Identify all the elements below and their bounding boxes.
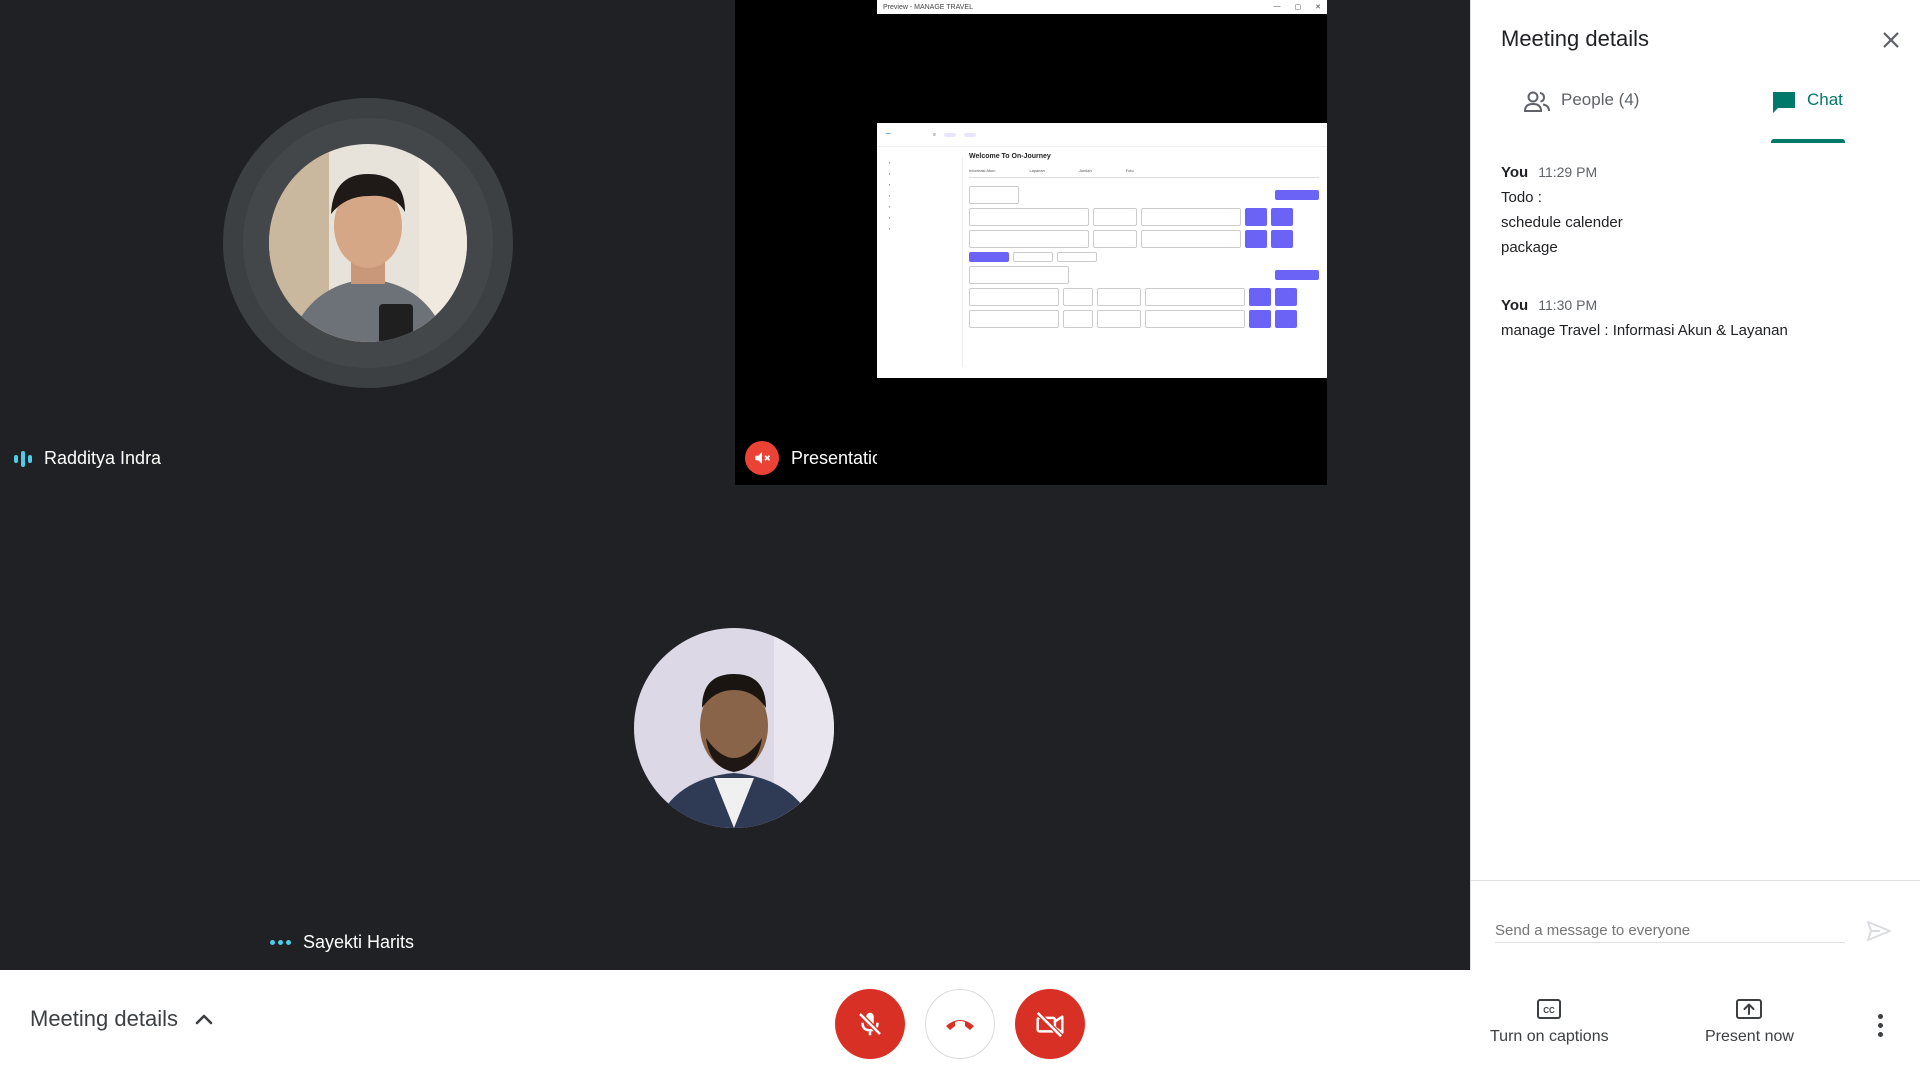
menu-icon: ≡ (933, 131, 936, 138)
shared-app-tab: Foto (1125, 168, 1134, 173)
shared-app-pill (963, 132, 976, 137)
meeting-details-label: Meeting details (30, 1006, 178, 1031)
meeting-details-button[interactable]: Meeting details (30, 1006, 214, 1032)
meeting-details-panel: Meeting details People (4) Chat You 11:2… (1470, 0, 1920, 970)
shared-app-main: Welcome To On-Journey Informasi Akun Lay… (969, 153, 1319, 373)
participant-name: Sayekti Harits (303, 932, 415, 952)
present-now-button[interactable]: Present now (1705, 998, 1794, 1046)
chat-icon (1773, 92, 1795, 113)
shared-app-tab: Layanan (1029, 168, 1045, 173)
present-screen-icon (1736, 999, 1763, 1019)
captions-label: Turn on captions (1490, 1028, 1609, 1045)
shared-app-header: ~ ≡ (877, 123, 1327, 147)
more-dots-icon (270, 940, 291, 945)
more-options-button[interactable] (1866, 1008, 1894, 1042)
shared-window-titlebar: Preview - MANAGE TRAVEL — ▢ ✕ (877, 0, 1327, 14)
chat-line: package (1501, 239, 1558, 256)
shared-app-sidebar: ▪ ▪ ▪ ▪ ▪ ▪ ▪ (885, 157, 963, 367)
chat-line: Todo : (1501, 189, 1542, 206)
panel-title: Meeting details (1501, 26, 1649, 51)
mic-off-icon (858, 1012, 882, 1036)
call-controls-bar: Meeting details CC Turn on captions Pres… (0, 970, 1920, 1080)
close-panel-button[interactable] (1875, 24, 1907, 56)
meet-window: Radditya Indra Presentation (Radditya In… (0, 0, 1920, 1080)
chat-message-input[interactable] (1495, 919, 1845, 943)
tab-people[interactable]: People (4) (1523, 90, 1639, 144)
participant-tile-sayekti[interactable]: Sayekti Harits (256, 485, 1214, 970)
tab-chat[interactable]: Chat (1771, 90, 1843, 144)
avatar (634, 628, 834, 828)
more-vert-icon (1877, 1013, 1883, 1037)
participant-name-tag: Sayekti Harits (270, 932, 414, 953)
chat-sender: You (1501, 297, 1529, 314)
window-controls: — ▢ ✕ (1273, 3, 1322, 11)
participant-name-tag: Radditya Indra (14, 448, 161, 469)
chat-line: schedule calender (1501, 214, 1623, 231)
video-grid: Radditya Indra Presentation (Radditya In… (0, 0, 1470, 970)
camera-toggle-button[interactable] (1015, 989, 1085, 1059)
chat-message: You 11:29 PM Todo : schedule calender pa… (1501, 160, 1623, 260)
shared-app-tabs: Informasi Akun Layanan Jumlah Foto (969, 168, 1319, 178)
participant-name: Radditya Indra (44, 448, 162, 468)
present-now-label: Present now (1705, 1028, 1794, 1045)
chat-time: 11:29 PM (1538, 164, 1598, 180)
chat-line: manage Travel : Informasi Akun & Layanan (1501, 322, 1788, 339)
shared-app-tab: Informasi Akun (969, 168, 996, 173)
microphone-toggle-button[interactable] (835, 989, 905, 1059)
captions-button[interactable]: CC Turn on captions (1490, 998, 1609, 1046)
shared-app-screen: ~ ≡ ▪ ▪ ▪ ▪ ▪ ▪ ▪ Welcome To On-Journey Inform… (877, 123, 1327, 378)
people-icon (1523, 91, 1550, 112)
send-icon (1867, 921, 1891, 941)
camera-off-icon (1035, 1011, 1064, 1039)
chat-compose (1471, 880, 1920, 970)
close-icon (1883, 32, 1899, 48)
send-message-button[interactable] (1861, 913, 1897, 949)
muted-icon (745, 441, 779, 475)
shared-screen: Preview - MANAGE TRAVEL — ▢ ✕ ~ ≡ ▪ ▪ ▪ ▪ ▪ ▪ ▪ … (877, 0, 1327, 485)
shared-app-pill (943, 132, 956, 137)
chat-sender: You (1501, 164, 1529, 181)
speaking-indicator-icon (14, 450, 32, 468)
chevron-up-icon (195, 1014, 213, 1025)
shared-window-title: Preview - MANAGE TRAVEL (883, 3, 973, 11)
hangup-icon (946, 1020, 974, 1030)
svg-text:CC: CC (1544, 1006, 1556, 1015)
shared-app-logo: ~ (885, 128, 892, 138)
shared-app-title: Welcome To On-Journey (969, 153, 1051, 160)
chat-message: You 11:30 PM manage Travel : Informasi A… (1501, 293, 1788, 343)
leave-call-button[interactable] (925, 989, 995, 1059)
tab-chat-label: Chat (1807, 90, 1843, 109)
active-tab-indicator (1771, 139, 1845, 143)
avatar (269, 144, 467, 342)
chat-time: 11:30 PM (1538, 297, 1598, 313)
tab-people-label: People (4) (1561, 90, 1640, 109)
shared-app-tab: Jumlah (1078, 168, 1092, 173)
closed-captions-icon: CC (1537, 999, 1562, 1019)
participant-tile-radditya[interactable]: Radditya Indra (0, 0, 735, 485)
